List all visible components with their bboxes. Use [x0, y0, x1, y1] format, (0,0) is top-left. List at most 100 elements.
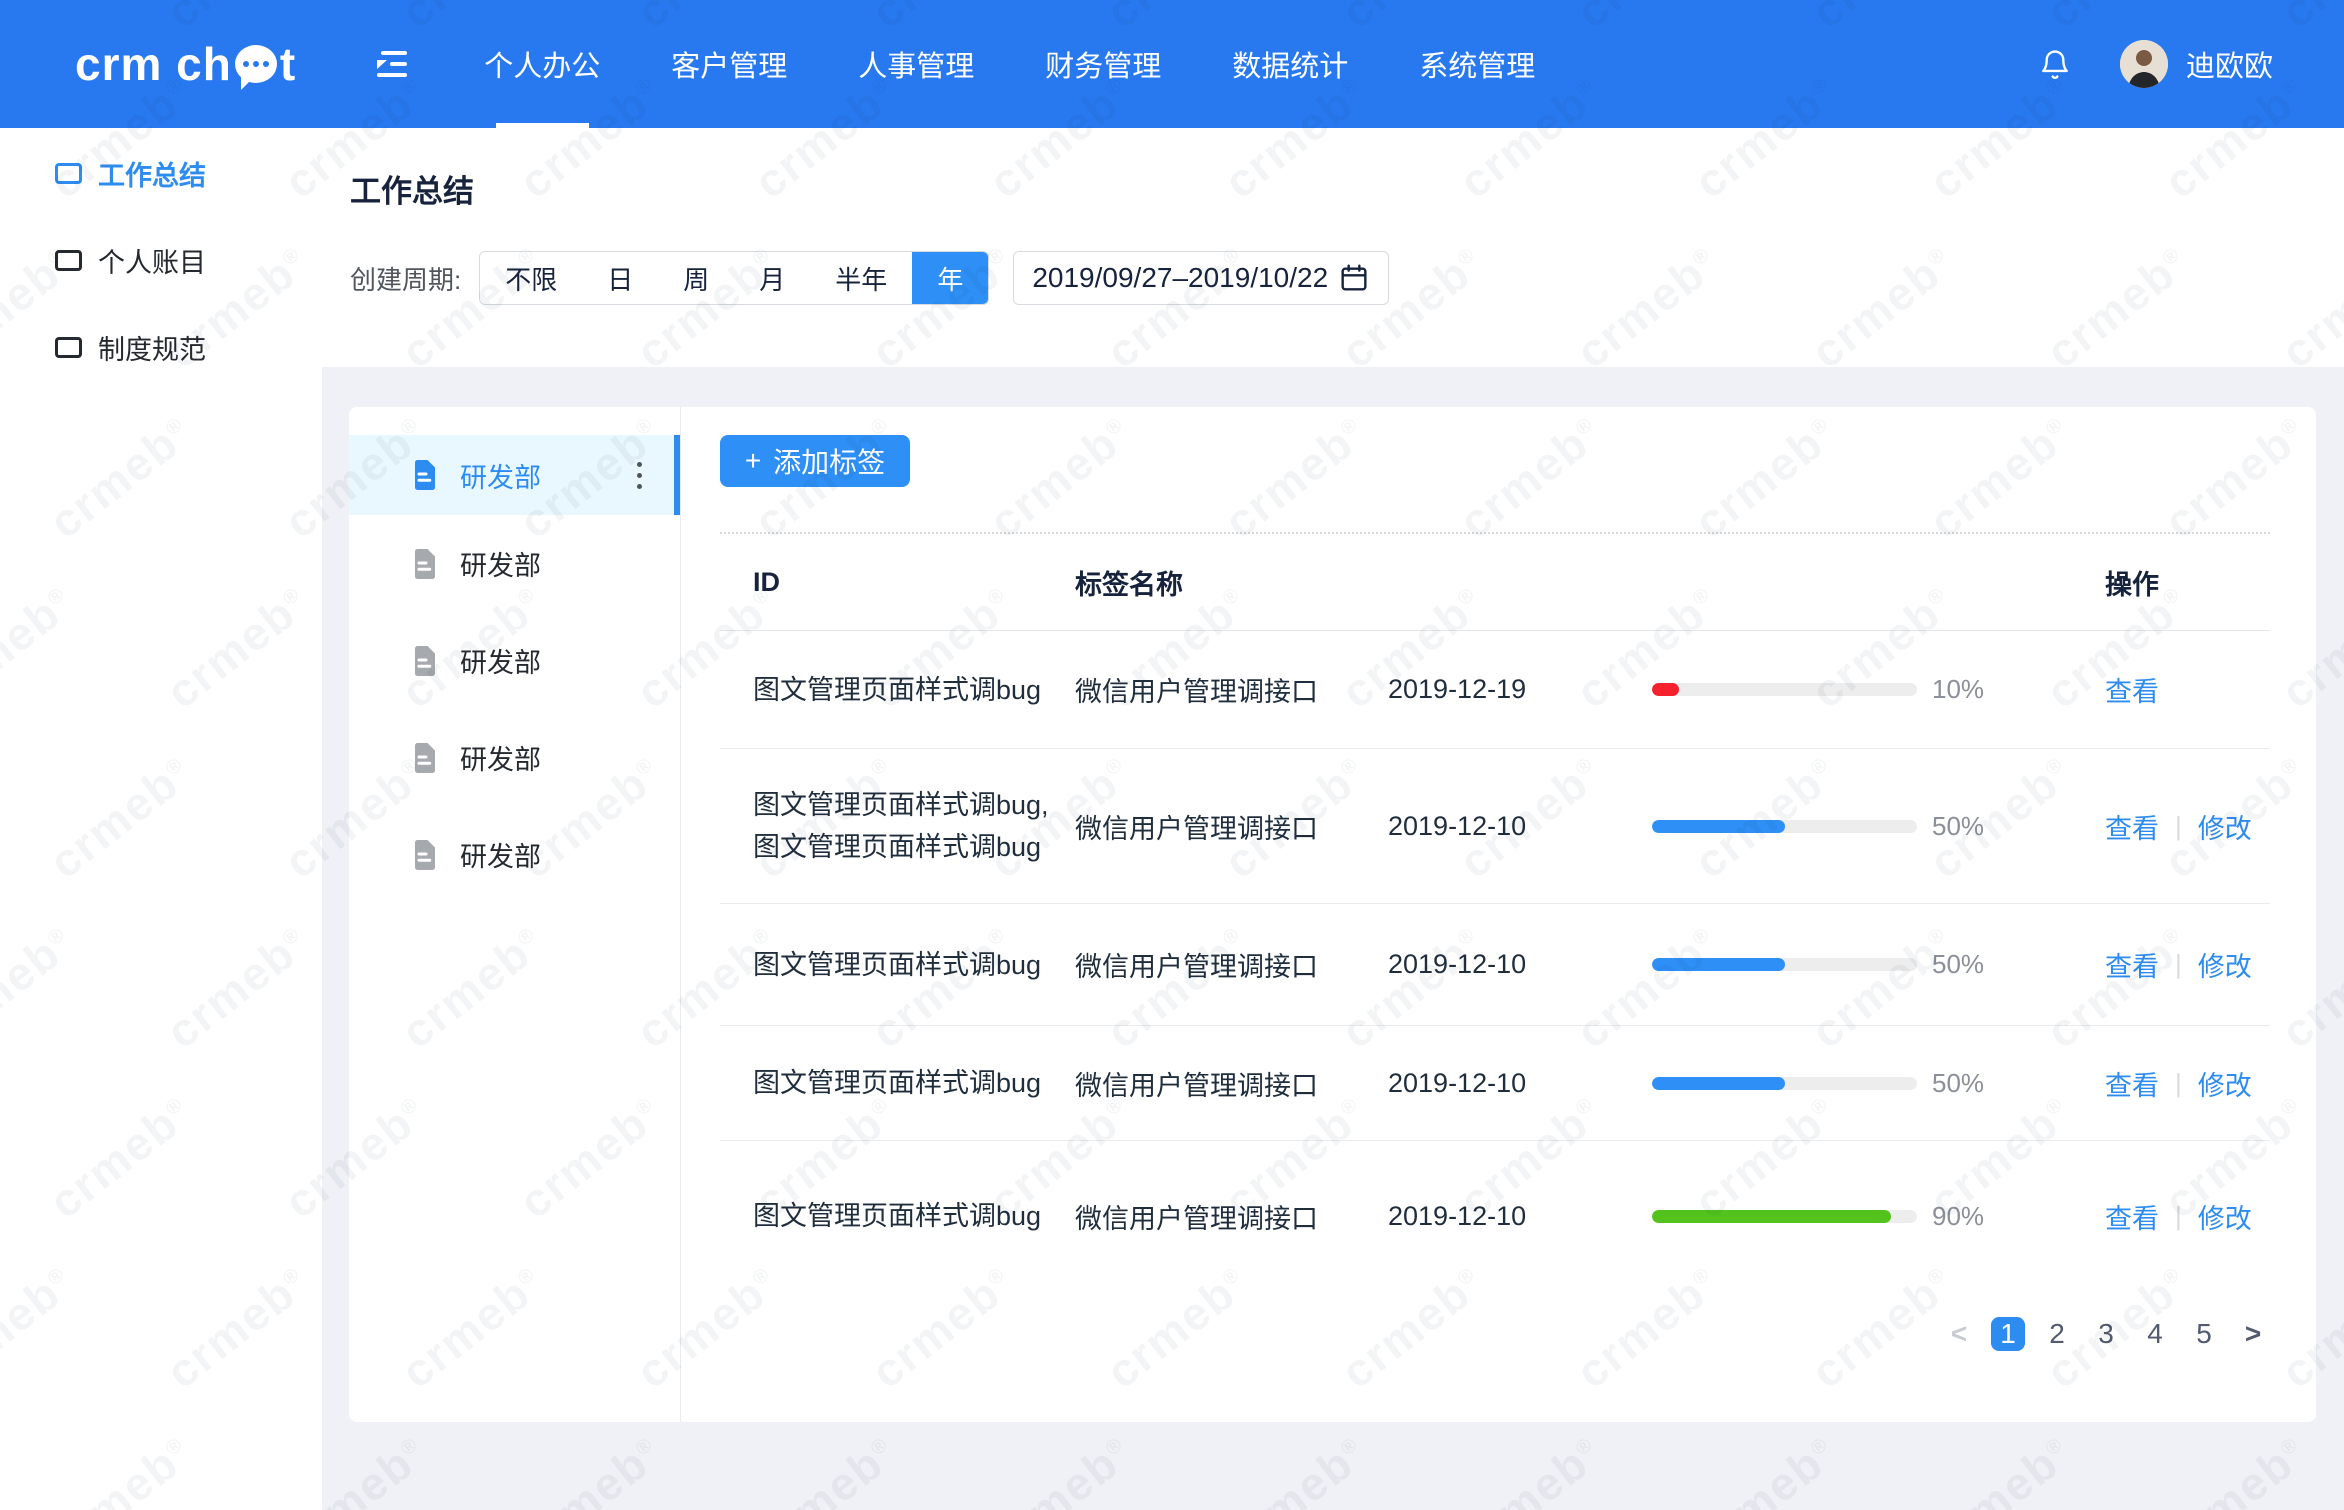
- row-actions: 查看|修改: [2105, 807, 2270, 846]
- dept-list-item[interactable]: 研发部: [349, 435, 680, 515]
- period-tab[interactable]: 年: [912, 252, 988, 304]
- page-number-button[interactable]: 1: [1991, 1317, 2025, 1351]
- cell-id: 图文管理页面样式调bug: [753, 669, 1075, 711]
- sidebar-item[interactable]: 制度规范: [0, 304, 322, 391]
- action-link[interactable]: 修改: [2198, 1064, 2252, 1103]
- sidebar-item-label: 制度规范: [98, 328, 206, 367]
- progress-track: [1652, 1077, 1917, 1090]
- dept-list-item[interactable]: 研发部: [349, 709, 680, 806]
- cell-date: 2019-12-19: [1388, 674, 1652, 705]
- dept-list-item[interactable]: 研发部: [349, 515, 680, 612]
- action-link[interactable]: 修改: [2198, 1197, 2252, 1236]
- top-nav-item-label: 客户管理: [671, 43, 787, 85]
- document-icon: [412, 840, 438, 870]
- top-nav-item-label: 数据统计: [1232, 43, 1348, 85]
- table-header-row: ID 标签名称 操作: [720, 534, 2270, 631]
- action-link[interactable]: 查看: [2105, 670, 2159, 709]
- notification-bell-icon[interactable]: [2038, 46, 2072, 82]
- action-link[interactable]: 修改: [2198, 945, 2252, 984]
- chat-bubble-icon: [235, 45, 277, 83]
- top-nav-item[interactable]: 个人办公: [484, 0, 600, 128]
- cell-date: 2019-12-10: [1388, 949, 1652, 980]
- top-nav-item-label: 财务管理: [1045, 43, 1161, 85]
- page-title: 工作总结: [350, 166, 2316, 211]
- period-tab[interactable]: 月: [734, 252, 810, 304]
- prev-page-button[interactable]: <: [1942, 1317, 1976, 1351]
- action-link[interactable]: 修改: [2198, 807, 2252, 846]
- menu-fold-icon[interactable]: [374, 47, 410, 81]
- top-nav-item-label: 系统管理: [1419, 43, 1535, 85]
- logo-text: crm ch: [75, 37, 232, 91]
- dept-list-item-label: 研发部: [460, 456, 637, 495]
- period-tab-label: 周: [683, 260, 709, 297]
- period-tab-label: 月: [759, 260, 785, 297]
- cell-date: 2019-12-10: [1388, 1068, 1652, 1099]
- top-nav-item[interactable]: 系统管理: [1419, 0, 1535, 128]
- top-nav-item[interactable]: 客户管理: [671, 0, 787, 128]
- page-number-button[interactable]: 3: [2089, 1317, 2123, 1351]
- add-tag-button[interactable]: + 添加标签: [720, 435, 910, 487]
- sidebar-item-label: 个人账目: [98, 241, 206, 280]
- date-range-value: 2019/09/27–2019/10/22: [1032, 262, 1338, 294]
- top-nav-item[interactable]: 人事管理: [858, 0, 974, 128]
- date-range-picker[interactable]: 2019/09/27–2019/10/22: [1013, 251, 1389, 305]
- progress-percent: 50%: [1932, 811, 2105, 842]
- top-nav-item[interactable]: 财务管理: [1045, 0, 1161, 128]
- cell-tag-name: 微信用户管理调接口: [1075, 1064, 1388, 1103]
- progress-fill: [1652, 1210, 1891, 1223]
- progress-percent: 90%: [1932, 1201, 2105, 1232]
- progress-fill: [1652, 820, 1785, 833]
- action-link[interactable]: 查看: [2105, 807, 2159, 846]
- progress-bar: [1652, 683, 1932, 696]
- page-number-button[interactable]: 2: [2040, 1317, 2074, 1351]
- action-link[interactable]: 查看: [2105, 945, 2159, 984]
- table-row: 图文管理页面样式调bug 微信用户管理调接口 2019-12-10 50% 查看…: [720, 904, 2270, 1026]
- top-nav-item[interactable]: 数据统计: [1232, 0, 1348, 128]
- user-name[interactable]: 迪欧欧: [2186, 43, 2273, 85]
- sidebar-item-label: 工作总结: [98, 154, 206, 193]
- dept-list-item[interactable]: 研发部: [349, 806, 680, 903]
- top-nav-item-label: 人事管理: [858, 43, 974, 85]
- main-content: 工作总结 创建周期: 不限 日 周 月 半年 年 2019/09/27–2019…: [322, 128, 2344, 1510]
- cell-tag-name: 微信用户管理调接口: [1075, 1197, 1388, 1236]
- progress-fill: [1652, 958, 1785, 971]
- period-tab-label: 年: [937, 260, 963, 297]
- page-number-button[interactable]: 5: [2187, 1317, 2221, 1351]
- sidebar-item[interactable]: 个人账目: [0, 217, 322, 304]
- kebab-menu-icon[interactable]: [637, 462, 642, 489]
- cell-date: 2019-12-10: [1388, 811, 1652, 842]
- next-page-button[interactable]: >: [2236, 1317, 2270, 1351]
- document-icon: [412, 646, 438, 676]
- app-logo: crm cht: [75, 37, 296, 91]
- action-divider: |: [2175, 1068, 2182, 1099]
- period-tab[interactable]: 周: [658, 252, 734, 304]
- dept-list-item-label: 研发部: [460, 641, 660, 680]
- top-nav-item-label: 个人办公: [484, 43, 600, 85]
- period-segmented-control: 不限 日 周 月 半年 年: [479, 251, 989, 305]
- page-number-button[interactable]: 4: [2138, 1317, 2172, 1351]
- action-link[interactable]: 查看: [2105, 1197, 2159, 1236]
- period-tab-label: 半年: [835, 260, 887, 297]
- work-table-area: + 添加标签 ID 标签名称 操作 图文管理页面样式调bug 微信用户管理调接口…: [681, 407, 2316, 1422]
- cell-id: 图文管理页面样式调bug,图文管理页面样式调bug: [753, 784, 1075, 868]
- user-avatar[interactable]: [2120, 40, 2168, 88]
- dept-list-item-label: 研发部: [460, 835, 660, 874]
- panel-icon: [55, 337, 82, 358]
- period-tab-label: 不限: [505, 260, 557, 297]
- dept-list-item-label: 研发部: [460, 738, 660, 777]
- progress-percent: 50%: [1932, 1068, 2105, 1099]
- progress-bar: [1652, 820, 1932, 833]
- action-link[interactable]: 查看: [2105, 1064, 2159, 1103]
- pagination: <12345 >: [720, 1317, 2270, 1351]
- cell-tag-name: 微信用户管理调接口: [1075, 670, 1388, 709]
- progress-fill: [1652, 1077, 1785, 1090]
- cell-id: 图文管理页面样式调bug: [753, 1195, 1075, 1237]
- cell-id: 图文管理页面样式调bug: [753, 944, 1075, 986]
- period-tab[interactable]: 不限: [480, 252, 582, 304]
- period-tab[interactable]: 半年: [810, 252, 912, 304]
- period-tab[interactable]: 日: [582, 252, 658, 304]
- dept-list-item[interactable]: 研发部: [349, 612, 680, 709]
- header-tag-name: 标签名称: [1075, 563, 1388, 602]
- document-icon: [412, 743, 438, 773]
- sidebar-item[interactable]: 工作总结: [0, 130, 322, 217]
